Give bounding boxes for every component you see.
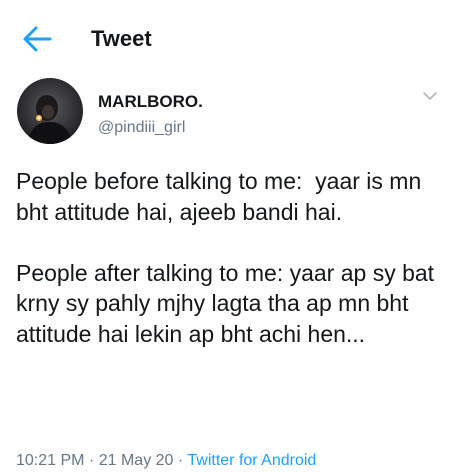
tweet-body: People before talking to me: yaar is mn … <box>16 166 446 349</box>
avatar[interactable] <box>17 78 83 144</box>
tweet-time: 10:21 PM <box>16 452 85 469</box>
meta-separator: · <box>88 452 95 469</box>
tweet-meta: 10:21 PM · 21 May 20 · Twitter for Andro… <box>16 450 316 472</box>
back-button[interactable] <box>20 22 54 56</box>
author-display-name[interactable]: MARLBORO. <box>98 91 203 113</box>
chevron-down-icon <box>423 92 437 100</box>
tweet-source-link[interactable]: Twitter for Android <box>187 452 316 469</box>
tweet-paragraph: People after talking to me: yaar ap sy b… <box>16 259 441 347</box>
avatar-image <box>17 78 83 144</box>
tweet-date: 21 May 20 <box>98 452 174 469</box>
back-arrow-icon <box>23 26 52 52</box>
meta-separator: · <box>177 452 184 469</box>
tweet-menu-button[interactable] <box>420 88 440 104</box>
tweet-paragraph: People before talking to me: yaar is mn … <box>16 168 428 225</box>
page-title: Tweet <box>91 26 152 51</box>
tweet-detail-screen: Tweet MARLBORO. @pindiii_girl People bef… <box>0 0 450 474</box>
top-bar: Tweet <box>0 0 450 76</box>
author-handle[interactable]: @pindiii_girl <box>98 117 185 139</box>
